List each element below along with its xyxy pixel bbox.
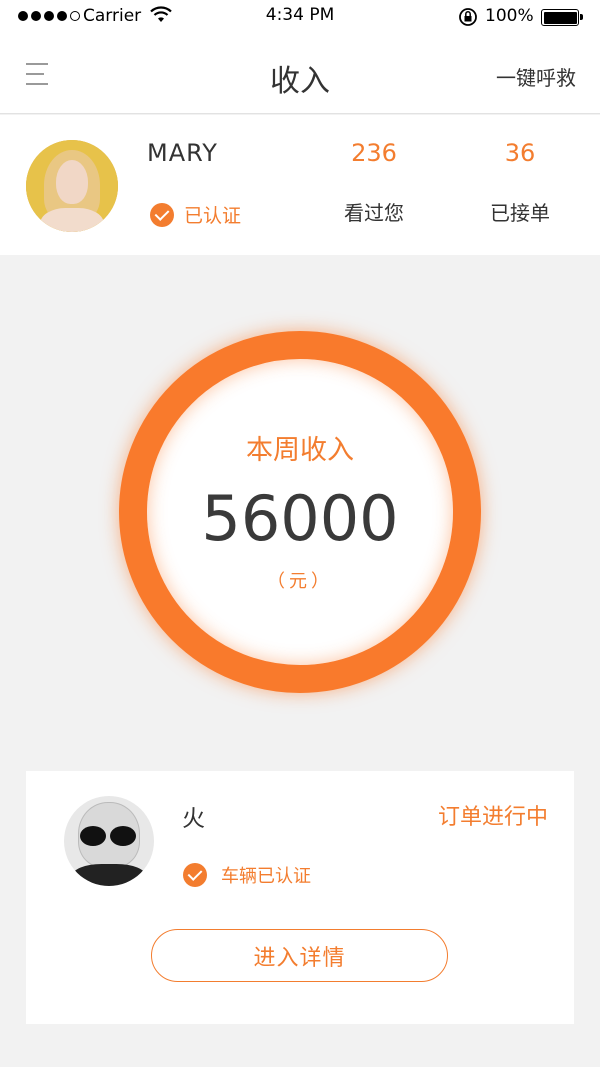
verified-badge: 已认证	[150, 201, 241, 228]
check-circle-icon	[150, 202, 174, 227]
weekly-income-value: 56000	[201, 482, 399, 555]
verified-label: 已认证	[184, 205, 242, 227]
stat-viewed-you[interactable]: 236 看过您	[314, 139, 434, 226]
stat-label: 已接单	[490, 201, 550, 225]
stat-orders-taken[interactable]: 36 已接单	[460, 139, 580, 226]
stat-value: 36	[504, 139, 536, 167]
driver-avatar[interactable]	[64, 796, 154, 886]
battery-percentage: 100%	[485, 6, 534, 26]
driver-name: 火	[182, 806, 205, 832]
stat-label: 看过您	[344, 201, 404, 225]
order-status: 订单进行中	[437, 805, 548, 830]
order-card: 火 订单进行中 车辆已认证 进入详情	[26, 771, 574, 1024]
weekly-income-unit: （元）	[267, 571, 333, 592]
status-bar: Carrier 4:34 PM 100%	[0, 0, 600, 34]
navigation-bar: 收入 一键呼救	[0, 34, 600, 114]
check-circle-icon	[183, 863, 207, 887]
user-name: MARY	[147, 139, 218, 167]
emergency-call-button[interactable]: 一键呼救	[496, 62, 576, 91]
car-verified-label: 车辆已认证	[221, 866, 311, 887]
orientation-lock-icon	[458, 7, 478, 32]
view-details-button[interactable]: 进入详情	[151, 929, 448, 982]
battery-icon	[541, 9, 583, 26]
profile-card: MARY 已认证 236 看过您 36 已接单	[0, 115, 600, 255]
user-avatar[interactable]	[26, 140, 118, 232]
weekly-income-label: 本周收入	[246, 435, 354, 466]
stat-value: 236	[351, 139, 397, 167]
car-verified-badge: 车辆已认证	[183, 862, 311, 888]
